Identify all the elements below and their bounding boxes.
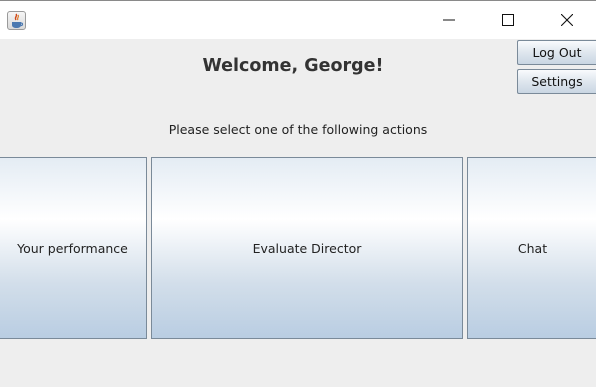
maximize-button[interactable] bbox=[485, 1, 531, 39]
evaluate-director-button[interactable]: Evaluate Director bbox=[151, 157, 463, 339]
maximize-icon bbox=[502, 14, 514, 26]
minimize-icon bbox=[443, 19, 455, 21]
welcome-heading: Welcome, George! bbox=[202, 56, 384, 76]
close-icon bbox=[561, 14, 573, 26]
title-bar bbox=[0, 0, 596, 39]
instruction-text: Please select one of the following actio… bbox=[168, 122, 428, 137]
your-performance-button[interactable]: Your performance bbox=[0, 157, 147, 339]
minimize-button[interactable] bbox=[426, 1, 472, 39]
evaluate-director-label: Evaluate Director bbox=[252, 240, 362, 256]
your-performance-label: Your performance bbox=[17, 240, 128, 256]
main-panel: Log Out Settings Welcome, George! Please… bbox=[0, 39, 596, 387]
close-button[interactable] bbox=[544, 1, 590, 39]
java-app-icon[interactable] bbox=[7, 11, 26, 30]
chat-label: Chat bbox=[517, 240, 548, 256]
chat-button[interactable]: Chat bbox=[467, 157, 596, 339]
